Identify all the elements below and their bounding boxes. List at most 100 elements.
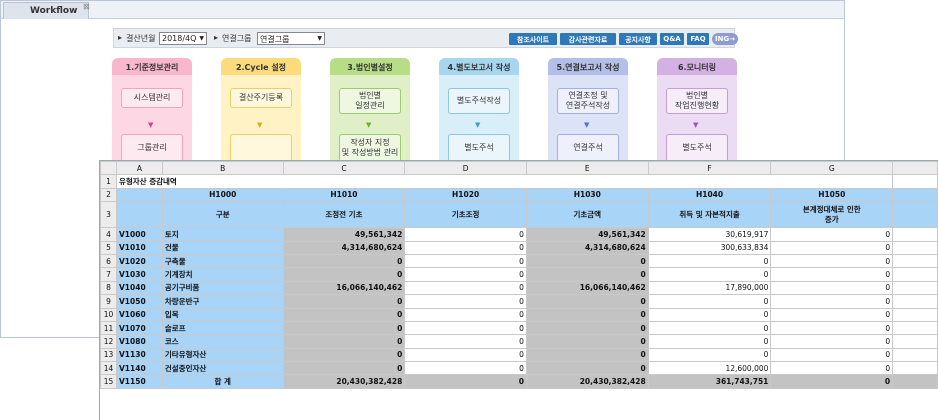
account-name[interactable]: 토지 bbox=[161, 227, 284, 242]
cell[interactable] bbox=[892, 361, 938, 376]
value-cell[interactable]: 0 bbox=[404, 374, 527, 389]
column-header[interactable]: D bbox=[404, 161, 527, 176]
value-cell[interactable]: 12,600,000 bbox=[647, 361, 772, 376]
value-cell[interactable]: 0 bbox=[647, 320, 772, 336]
account-code[interactable]: V1020 bbox=[115, 253, 163, 269]
value-cell[interactable]: 0 bbox=[770, 240, 894, 255]
value-cell[interactable]: 17,890,000 bbox=[647, 280, 772, 296]
tab-workflow[interactable]: Workflow bbox=[3, 2, 89, 19]
account-name[interactable]: 코스 bbox=[161, 334, 284, 349]
column-header[interactable] bbox=[892, 161, 938, 176]
stage-step-button[interactable]: 법인별 일정관리 bbox=[339, 88, 401, 114]
row-header[interactable]: 1 bbox=[100, 174, 117, 189]
row-header[interactable]: 12 bbox=[100, 334, 117, 349]
select-all-corner[interactable] bbox=[100, 161, 117, 176]
column-header[interactable]: A bbox=[115, 161, 163, 176]
row-header[interactable]: 13 bbox=[100, 347, 117, 363]
value-cell[interactable]: 0 bbox=[770, 307, 894, 322]
cell[interactable] bbox=[892, 307, 938, 322]
value-cell[interactable]: 0 bbox=[647, 267, 772, 282]
value-cell[interactable]: 0 bbox=[647, 253, 772, 269]
value-cell[interactable]: 49,561,342 bbox=[525, 227, 649, 242]
value-cell[interactable]: 0 bbox=[282, 267, 406, 282]
value-cell[interactable]: 0 bbox=[770, 374, 894, 389]
value-cell[interactable]: 0 bbox=[525, 307, 649, 322]
value-cell[interactable]: 0 bbox=[647, 307, 772, 322]
account-code[interactable]: V1150 bbox=[115, 374, 163, 389]
value-cell[interactable]: 0 bbox=[525, 294, 649, 309]
value-cell[interactable]: 0 bbox=[404, 280, 527, 296]
cell[interactable] bbox=[892, 174, 938, 189]
row-header[interactable]: 6 bbox=[100, 253, 117, 269]
cell[interactable] bbox=[892, 187, 938, 203]
row-header[interactable]: 10 bbox=[100, 307, 117, 322]
stage-step-button[interactable]: 시스템관리 bbox=[121, 88, 183, 108]
row-header[interactable]: 5 bbox=[100, 240, 117, 255]
account-code[interactable]: V1000 bbox=[115, 227, 163, 242]
stage-step-button[interactable]: 작성자 지정 및 작성방법 관리 bbox=[339, 134, 401, 162]
column-header[interactable]: F bbox=[647, 161, 772, 176]
column-code[interactable]: H1030 bbox=[525, 187, 649, 203]
account-code[interactable]: V1030 bbox=[115, 267, 163, 282]
value-cell[interactable]: 300,633,834 bbox=[647, 240, 772, 255]
column-header[interactable]: C bbox=[282, 161, 406, 176]
account-name[interactable]: 차량운반구 bbox=[161, 294, 284, 309]
value-cell[interactable]: 0 bbox=[404, 294, 527, 309]
column-title[interactable]: 기초조정 bbox=[404, 201, 527, 229]
account-name[interactable]: 구축물 bbox=[161, 253, 284, 269]
account-name[interactable]: 입목 bbox=[161, 307, 284, 322]
value-cell[interactable]: 0 bbox=[282, 361, 406, 376]
stage-step-button[interactable]: 별도주석 bbox=[666, 134, 728, 162]
row-header[interactable]: 9 bbox=[100, 294, 117, 309]
value-cell[interactable]: 0 bbox=[404, 334, 527, 349]
account-code[interactable]: V1070 bbox=[115, 320, 163, 336]
value-cell[interactable]: 0 bbox=[770, 253, 894, 269]
column-code[interactable] bbox=[115, 187, 163, 203]
account-name[interactable]: 건설중인자산 bbox=[161, 361, 284, 376]
value-cell[interactable]: 0 bbox=[770, 294, 894, 309]
row-header[interactable]: 14 bbox=[100, 361, 117, 376]
cell[interactable] bbox=[892, 253, 938, 269]
group-select[interactable]: 연결그룹 ▼ bbox=[257, 32, 325, 45]
value-cell[interactable]: 0 bbox=[770, 334, 894, 349]
value-cell[interactable]: 0 bbox=[282, 347, 406, 363]
value-cell[interactable]: 0 bbox=[770, 361, 894, 376]
value-cell[interactable]: 0 bbox=[404, 240, 527, 255]
column-title[interactable]: 본계정대체로 인한 증가 bbox=[770, 201, 894, 229]
value-cell[interactable]: 0 bbox=[525, 320, 649, 336]
cell[interactable] bbox=[892, 267, 938, 282]
account-name[interactable]: 합 계 bbox=[161, 374, 284, 389]
toolbar-button[interactable]: Q&A bbox=[660, 33, 684, 45]
cell[interactable] bbox=[892, 294, 938, 309]
column-header[interactable]: B bbox=[161, 161, 284, 176]
column-code[interactable]: H1000 bbox=[161, 187, 284, 203]
value-cell[interactable]: 20,430,382,428 bbox=[525, 374, 649, 389]
tab-close-icon[interactable]: ⊠ bbox=[83, 2, 90, 11]
value-cell[interactable]: 0 bbox=[404, 267, 527, 282]
stage-step-button[interactable]: 결산주기등록 bbox=[230, 88, 292, 108]
value-cell[interactable]: 0 bbox=[647, 294, 772, 309]
value-cell[interactable]: 0 bbox=[770, 280, 894, 296]
value-cell[interactable]: 4,314,680,624 bbox=[525, 240, 649, 255]
column-header[interactable]: G bbox=[770, 161, 894, 176]
value-cell[interactable]: 0 bbox=[404, 307, 527, 322]
period-select[interactable]: 2018/4Q ▼ bbox=[159, 32, 207, 45]
column-title[interactable]: 조정전 기초 bbox=[282, 201, 406, 229]
value-cell[interactable]: 20,430,382,428 bbox=[282, 374, 406, 389]
account-name[interactable]: 슬로프 bbox=[161, 320, 284, 336]
value-cell[interactable]: 0 bbox=[525, 361, 649, 376]
column-title[interactable]: 구분 bbox=[161, 201, 284, 229]
account-name[interactable]: 기타유형자산 bbox=[161, 347, 284, 363]
account-code[interactable]: V1140 bbox=[115, 361, 163, 376]
row-header[interactable]: 15 bbox=[100, 374, 117, 389]
value-cell[interactable]: 0 bbox=[525, 253, 649, 269]
cell[interactable] bbox=[892, 374, 938, 389]
value-cell[interactable]: 0 bbox=[770, 320, 894, 336]
row-header[interactable]: 7 bbox=[100, 267, 117, 282]
stage-step-button[interactable]: 그룹관리 bbox=[121, 134, 183, 162]
account-code[interactable]: V1050 bbox=[115, 294, 163, 309]
account-name[interactable]: 건물 bbox=[161, 240, 284, 255]
cell[interactable] bbox=[892, 347, 938, 363]
stage-step-button[interactable]: 별도주석작성 bbox=[448, 88, 510, 114]
value-cell[interactable]: 0 bbox=[770, 227, 894, 242]
